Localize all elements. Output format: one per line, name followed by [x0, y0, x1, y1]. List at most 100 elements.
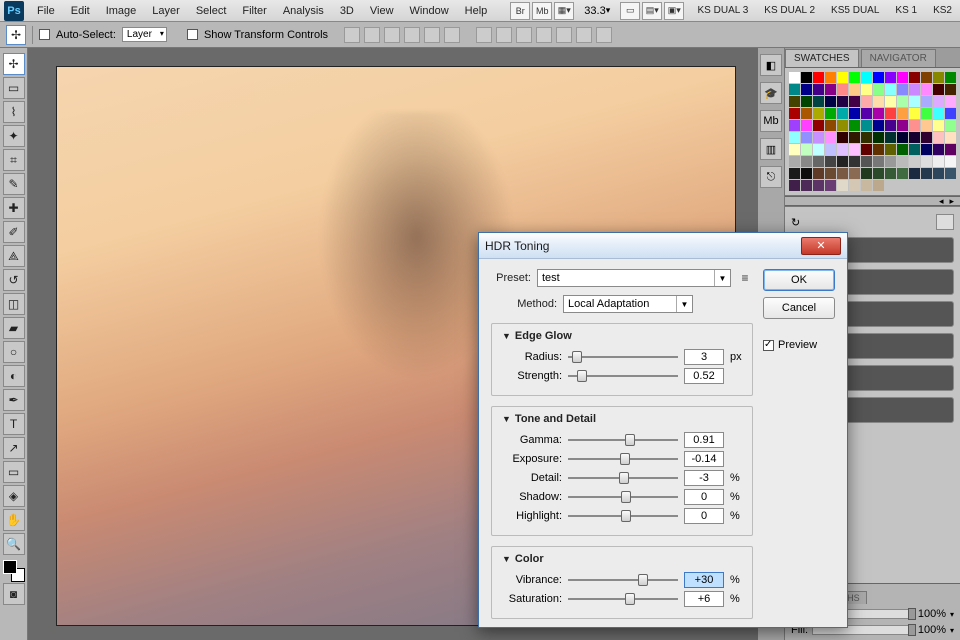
swatch[interactable]	[921, 132, 932, 143]
exposure-slider[interactable]	[568, 452, 678, 466]
quickmask-tool[interactable]: ◙	[3, 583, 25, 605]
swatch[interactable]	[861, 108, 872, 119]
swatch[interactable]	[861, 84, 872, 95]
swatch[interactable]	[921, 120, 932, 131]
swatch[interactable]	[885, 132, 896, 143]
preset-dropdown[interactable]: test▼	[537, 269, 731, 287]
swatch[interactable]	[849, 132, 860, 143]
edge-glow-header[interactable]: ▼Edge Glow	[498, 330, 576, 342]
crop-tool[interactable]: ⌗	[3, 149, 25, 171]
swatch[interactable]	[945, 72, 956, 83]
swatch[interactable]	[897, 108, 908, 119]
shadow-input[interactable]: 0	[684, 489, 724, 505]
swatch[interactable]	[861, 168, 872, 179]
gamma-slider[interactable]	[568, 433, 678, 447]
swatch[interactable]	[849, 84, 860, 95]
dialog-titlebar[interactable]: HDR Toning ✕	[479, 233, 847, 259]
swatch[interactable]	[861, 156, 872, 167]
swatch[interactable]	[813, 180, 824, 191]
strength-slider[interactable]	[568, 369, 678, 383]
history-brush-tool[interactable]: ↺	[3, 269, 25, 291]
swatch[interactable]	[873, 156, 884, 167]
align-top-icon[interactable]	[344, 27, 360, 43]
swatch[interactable]	[789, 168, 800, 179]
swatch[interactable]	[789, 84, 800, 95]
swatch[interactable]	[837, 72, 848, 83]
dist-4-icon[interactable]	[536, 27, 552, 43]
align-vcenter-icon[interactable]	[364, 27, 380, 43]
3d-tool[interactable]: ◈	[3, 485, 25, 507]
swatch[interactable]	[921, 84, 932, 95]
swatch[interactable]	[801, 96, 812, 107]
swatch[interactable]	[885, 72, 896, 83]
hand-tool[interactable]: ✋	[3, 509, 25, 531]
swatch[interactable]	[909, 144, 920, 155]
path-tool[interactable]: ↗	[3, 437, 25, 459]
swatch[interactable]	[945, 168, 956, 179]
swatch[interactable]	[801, 84, 812, 95]
menu-layer[interactable]: Layer	[145, 2, 187, 20]
vibrance-input[interactable]: +30	[684, 572, 724, 588]
ws-5[interactable]: KS2	[929, 3, 956, 18]
tab-navigator[interactable]: NAVIGATOR	[861, 49, 936, 67]
dist-2-icon[interactable]	[496, 27, 512, 43]
swatch[interactable]	[933, 108, 944, 119]
swatch[interactable]	[849, 108, 860, 119]
align-hcenter-icon[interactable]	[424, 27, 440, 43]
refresh-icon[interactable]: ↻	[791, 216, 800, 229]
swatch[interactable]	[801, 120, 812, 131]
swatch[interactable]	[873, 72, 884, 83]
eraser-tool[interactable]: ◫	[3, 293, 25, 315]
align-right-icon[interactable]	[444, 27, 460, 43]
swatch[interactable]	[933, 144, 944, 155]
ws-3[interactable]: KS5 DUAL	[827, 3, 883, 18]
swatch[interactable]	[861, 180, 872, 191]
arrange-icon[interactable]: ▤▾	[642, 2, 662, 20]
swatch[interactable]	[873, 96, 884, 107]
swatch[interactable]	[861, 96, 872, 107]
dock-icon-3[interactable]: Mb	[760, 110, 782, 132]
swatch[interactable]	[789, 132, 800, 143]
swatch[interactable]	[909, 72, 920, 83]
swatch[interactable]	[789, 156, 800, 167]
swatches-grid[interactable]	[785, 68, 960, 196]
dist-1-icon[interactable]	[476, 27, 492, 43]
auto-align-icon[interactable]	[596, 27, 612, 43]
tone-detail-header[interactable]: ▼Tone and Detail	[498, 413, 600, 425]
fill-value[interactable]: 100%	[918, 624, 946, 636]
dock-icon-4[interactable]: ▥	[760, 138, 782, 160]
hand-icon[interactable]: ▭	[620, 2, 640, 20]
swatch[interactable]	[801, 180, 812, 191]
menu-analysis[interactable]: Analysis	[276, 2, 331, 20]
vibrance-slider[interactable]	[568, 573, 678, 587]
marquee-tool[interactable]: ▭	[3, 77, 25, 99]
swatch[interactable]	[801, 144, 812, 155]
swatch[interactable]	[825, 180, 836, 191]
menu-image[interactable]: Image	[99, 2, 144, 20]
swatch[interactable]	[873, 108, 884, 119]
swatch[interactable]	[873, 120, 884, 131]
swatch[interactable]	[825, 156, 836, 167]
swatch[interactable]	[825, 144, 836, 155]
swatch[interactable]	[897, 72, 908, 83]
swatch[interactable]	[921, 108, 932, 119]
swatch[interactable]	[945, 144, 956, 155]
swatch[interactable]	[813, 132, 824, 143]
ok-button[interactable]: OK	[763, 269, 835, 291]
swatch[interactable]	[909, 120, 920, 131]
swatch[interactable]	[933, 96, 944, 107]
swatch[interactable]	[885, 144, 896, 155]
swatch[interactable]	[909, 156, 920, 167]
swatch[interactable]	[837, 132, 848, 143]
swatch[interactable]	[897, 168, 908, 179]
saturation-input[interactable]: +6	[684, 591, 724, 607]
swatch[interactable]	[849, 144, 860, 155]
preset-menu-icon[interactable]: ≡	[737, 270, 753, 286]
swatch[interactable]	[849, 168, 860, 179]
bridge-icon[interactable]: Br	[510, 2, 530, 20]
swatch[interactable]	[945, 156, 956, 167]
swatch[interactable]	[921, 144, 932, 155]
align-bottom-icon[interactable]	[384, 27, 400, 43]
stamp-tool[interactable]: ⟁	[3, 245, 25, 267]
swatch[interactable]	[801, 72, 812, 83]
